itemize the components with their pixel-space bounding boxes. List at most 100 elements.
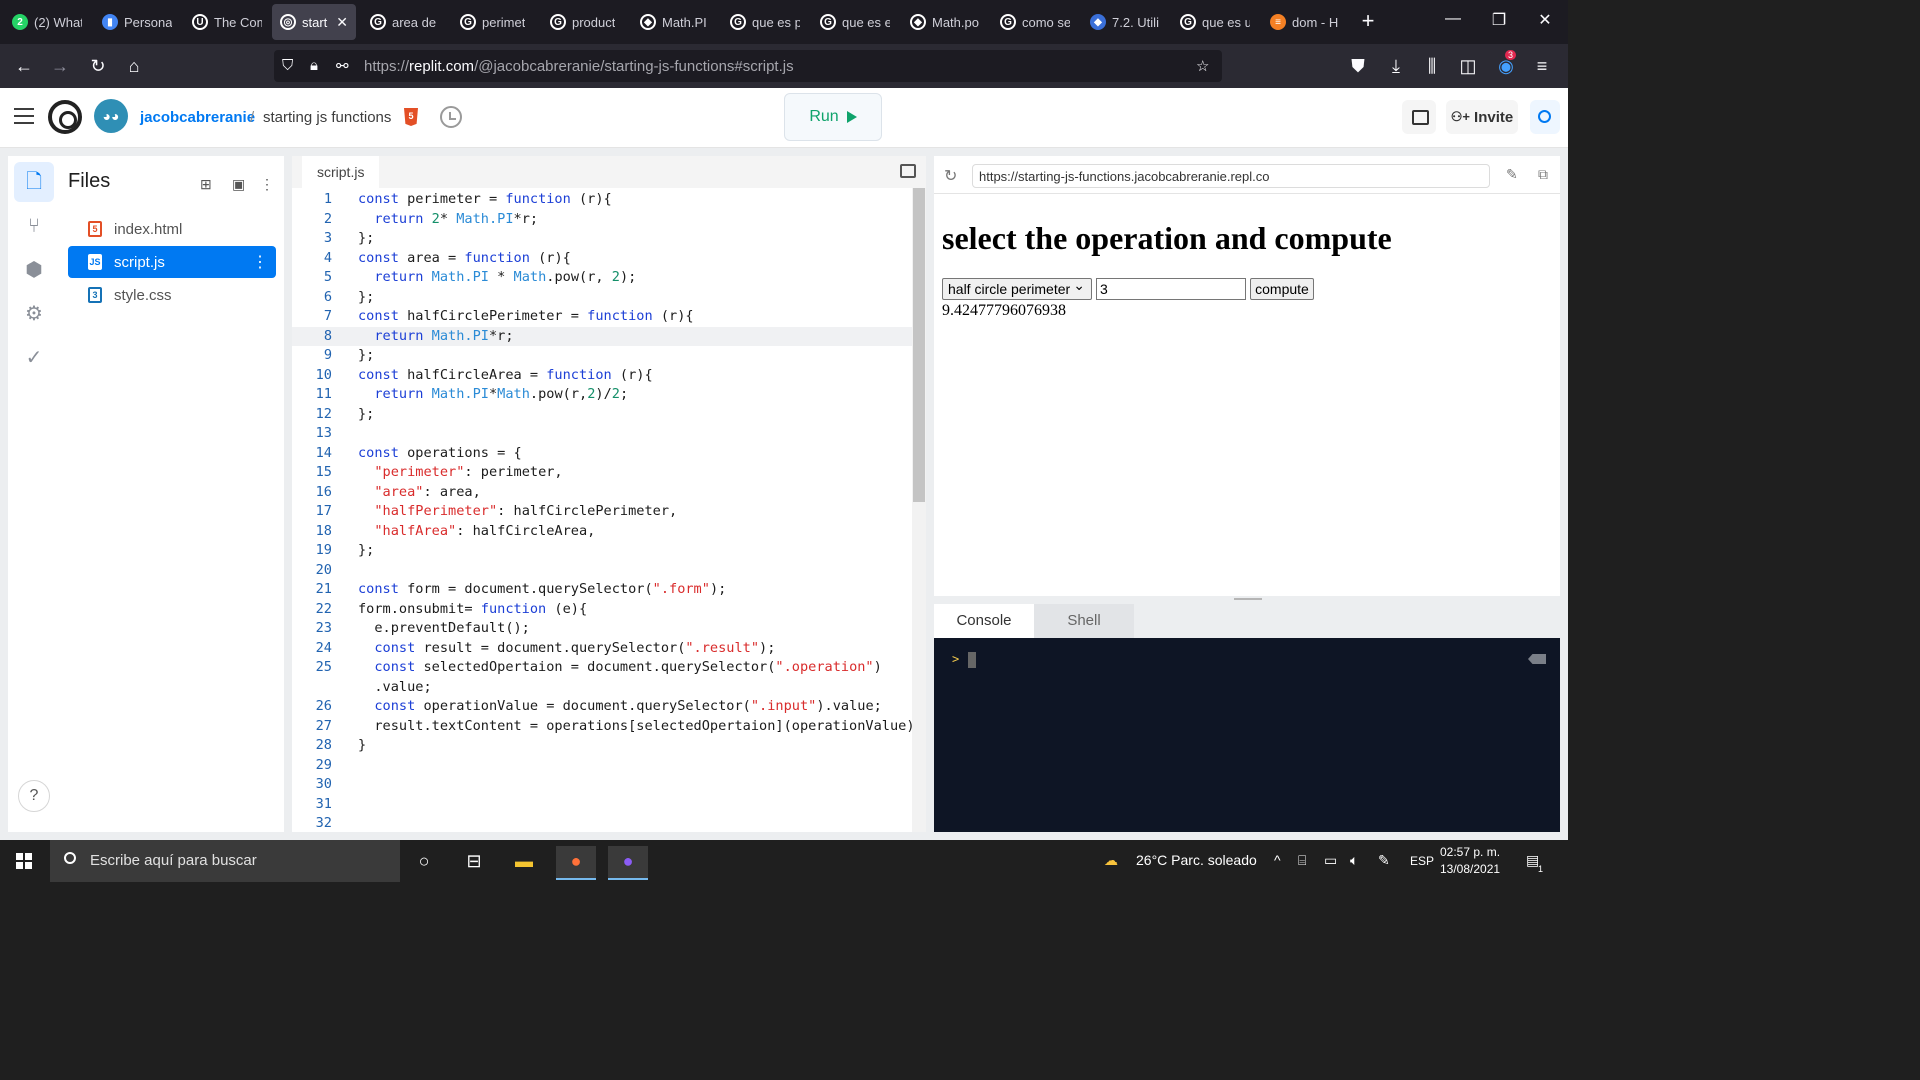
avatar[interactable]: ◕◕ [94,99,128,133]
editor-scrollbar[interactable] [912,188,926,832]
home-icon[interactable]: ⌂ [122,54,146,78]
minimize-button[interactable]: — [1430,10,1476,28]
breadcrumb-repl-name[interactable]: starting js functions [263,109,391,126]
code-line[interactable]: 28} [292,736,912,756]
cortana-icon[interactable]: ○ [404,846,444,880]
code-line[interactable]: 20 [292,561,912,581]
code-line[interactable]: 24 const result = document.querySelector… [292,639,912,659]
permissions-icon[interactable]: ⚯ [336,57,349,75]
address-bar[interactable]: ⛉ 🔒︎ ⚯ https://replit.com/@jacobcabreran… [274,50,1222,82]
sidebar-icon[interactable]: ◫ [1456,54,1480,78]
clock[interactable]: 02:57 p. m. 13/08/2021 [1440,844,1500,878]
browser-tab[interactable]: Gque es u [1172,4,1258,40]
browser-tab[interactable]: ◆ Math.po [902,4,988,40]
new-tab-button[interactable]: + [1354,8,1382,36]
code-line[interactable]: 17 "halfPerimeter": halfCirclePerimeter, [292,502,912,522]
code-line[interactable]: 8 return Math.PI*r; [292,326,912,346]
open-new-tab-icon[interactable]: ⧉ [1538,166,1548,183]
code-line[interactable]: 5 return Math.PI * Math.pow(r, 2); [292,268,912,288]
browser-tab[interactable]: ▮ Personal [94,4,180,40]
code-line[interactable]: 29 [292,756,912,776]
browser-tab[interactable]: ◆ Math.PI [632,4,718,40]
code-line[interactable]: 19}; [292,541,912,561]
browser-tab[interactable]: Gcomo se [992,4,1078,40]
more-options-icon[interactable]: ⋮ [260,176,274,193]
editor-menu-icon[interactable] [900,164,916,178]
back-arrow-icon[interactable]: ← [12,54,36,78]
checkmark-icon[interactable]: ✓ [20,344,48,372]
breadcrumb-username[interactable]: jacobcabreranie [140,109,255,126]
downloads-icon[interactable]: ⤓ [1384,54,1408,78]
add-file-icon[interactable]: ⊞ [200,176,212,193]
browser-tab[interactable]: Gproduct [542,4,628,40]
chat-button[interactable] [1402,100,1436,134]
file-item-style-css[interactable]: 3 style.css [68,279,276,311]
code-line[interactable]: 18 "halfArea": halfCircleArea, [292,522,912,542]
code-line[interactable]: 7 const halfCirclePerimeter = function (r… [292,307,912,327]
browser-tab[interactable]: Gperimet [452,4,538,40]
firefox-icon[interactable]: ● [556,846,596,880]
task-view-icon[interactable]: ⊟ [454,846,494,880]
code-line[interactable]: 25 const selectedOpertaion = document.qu… [292,658,912,678]
file-menu-icon[interactable]: ⋮ [252,252,268,272]
history-icon[interactable] [440,106,462,128]
browser-tab[interactable]: 2 (2) What [4,4,90,40]
radius-input[interactable]: 3 [1096,278,1246,300]
browser-tab[interactable]: U The Com [184,4,270,40]
code-line[interactable]: 4 const area = function (r){ [292,249,912,269]
scrollbar-thumb[interactable] [913,188,925,502]
code-line[interactable]: 16 "area": area, [292,483,912,503]
code-line[interactable]: .value; [292,678,912,698]
menu-icon[interactable]: ≡ [1530,54,1554,78]
file-item-script-js[interactable]: JS script.js ⋮ [68,246,276,278]
clear-console-icon[interactable] [1528,654,1546,664]
code-line[interactable]: 2 return 2* Math.PI*r; [292,210,912,230]
settings-gear-icon[interactable]: ⚙ [20,300,48,328]
console-panel[interactable]: > [934,638,1560,832]
code-line[interactable]: 9}; [292,346,912,366]
library-icon[interactable]: ⫼ [1420,54,1444,78]
replit-logo-icon[interactable] [48,100,82,134]
pocket-icon[interactable]: ⛊ [1346,54,1370,78]
code-line[interactable]: 15 "perimeter": perimeter, [292,463,912,483]
tab-shell[interactable]: Shell [1034,604,1134,638]
operation-select[interactable]: half circle perimeter [942,277,1092,300]
browser-tab[interactable]: ≡ dom - H [1262,4,1348,40]
code-editor[interactable]: script.js 1 const perimeter = function (r… [292,156,926,832]
restore-button[interactable]: ❐ [1476,10,1522,30]
code-line[interactable]: 26 const operationValue = document.query… [292,697,912,717]
taskbar-search[interactable]: Escribe aquí para buscar [50,840,400,882]
help-button[interactable]: ? [18,780,50,812]
shield-icon[interactable]: ⛉ [282,57,293,74]
edit-pencil-icon[interactable]: ✎ [1506,166,1518,183]
display-icon[interactable]: ▭ [1324,852,1337,869]
tab-script-js[interactable]: script.js [302,156,380,190]
files-icon[interactable]: 🗋︎ [14,162,54,202]
packages-icon[interactable]: ⬢ [20,256,48,284]
hamburger-menu-icon[interactable] [14,108,34,124]
code-line[interactable]: 23 e.preventDefault(); [292,619,912,639]
weather-text[interactable]: 26°C Parc. soleado [1136,852,1257,868]
search-button[interactable] [1530,100,1560,134]
close-tab-icon[interactable]: ✕ [336,14,348,31]
version-control-icon[interactable]: ⑂ [20,212,48,240]
code-line[interactable]: 12}; [292,405,912,425]
code-area[interactable]: 1 const perimeter = function (r){2 return… [292,188,923,834]
webview-reload-icon[interactable]: ↻ [944,166,957,186]
reload-icon[interactable]: ↻ [86,54,110,78]
forward-arrow-icon[interactable]: → [48,54,72,78]
discord-icon[interactable]: ● [608,846,648,880]
compute-button[interactable]: compute [1250,278,1314,300]
volume-icon[interactable]: 🔈︎ [1350,852,1358,869]
pen-icon[interactable]: ✎ [1378,852,1390,869]
run-button[interactable]: Run [784,93,882,141]
code-line[interactable]: 1 const perimeter = function (r){ [292,190,912,210]
browser-tab[interactable]: Gque es e [812,4,898,40]
pane-resize-handle[interactable] [1234,598,1262,600]
invite-button[interactable]: ⚇+ Invite [1446,100,1518,134]
code-line[interactable]: 27 result.textContent = operations[selec… [292,717,923,737]
code-line[interactable]: 32 [292,814,912,834]
browser-tab[interactable]: Garea de [362,4,448,40]
browser-tab[interactable]: Gque es p [722,4,808,40]
code-line[interactable]: 14 const operations = { [292,444,912,464]
